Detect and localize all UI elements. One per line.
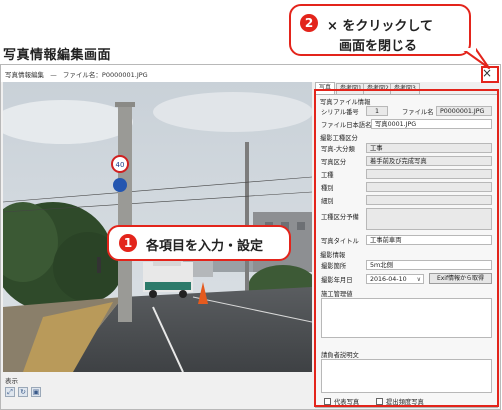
callout-two-line2: 画面を閉じる — [339, 39, 418, 54]
callout-two-line1: × をクリックして — [327, 19, 434, 34]
window-title: 写真情報編集 — [5, 71, 44, 79]
callout-two-number: 2 — [300, 14, 318, 32]
zoom-fit-icon[interactable]: ⤢ — [5, 387, 15, 397]
title-separator: — — [50, 71, 57, 79]
window-title-text: 写真情報編集 — ファイル名：P0000001.JPG — [5, 69, 148, 79]
callout-input: 1 各項目を入力・設定 — [107, 225, 291, 261]
svg-text:40: 40 — [116, 161, 125, 169]
callout-one-number: 1 — [119, 234, 137, 252]
screen-title: 写真情報編集画面 — [3, 48, 112, 63]
callout-one-text: 各項目を入力・設定 — [146, 239, 264, 254]
window-filename: ファイル名：P0000001.JPG — [62, 71, 148, 79]
callout-pointer — [460, 48, 490, 69]
rotate-icon[interactable]: ↻ — [18, 387, 28, 397]
display-toolbar: 表示 ⤢ ↻ ▣ — [1, 372, 315, 409]
picture-icon[interactable]: ▣ — [31, 387, 41, 397]
display-label: 表示 — [5, 377, 18, 385]
window-titlebar: 写真情報編集 — ファイル名：P0000001.JPG × — [1, 65, 500, 82]
form-highlight-box — [314, 89, 499, 407]
callout-close: 2 × をクリックして 画面を閉じる — [289, 4, 471, 56]
